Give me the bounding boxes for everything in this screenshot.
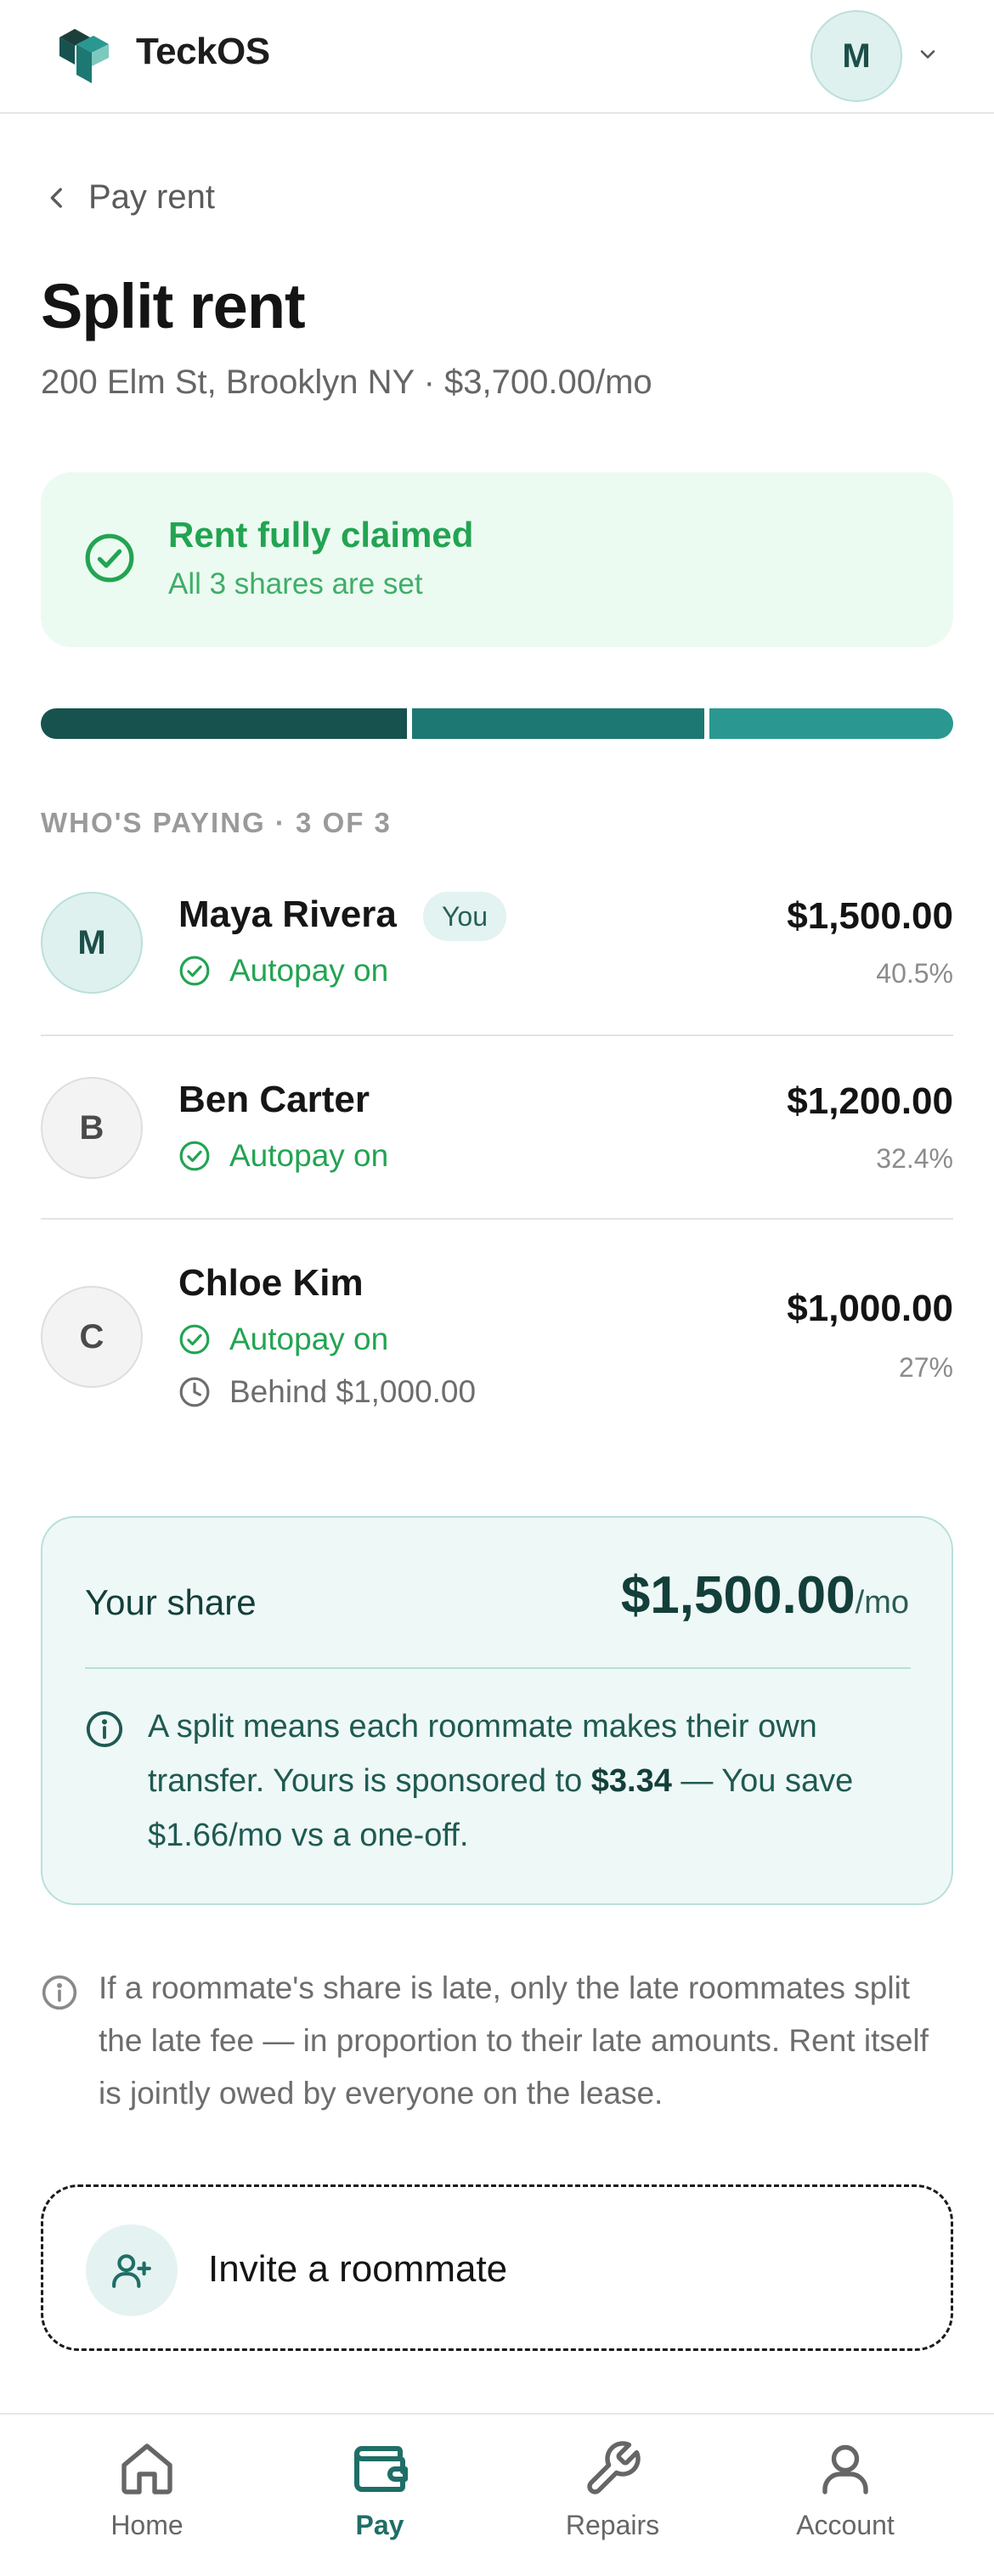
banner-subtitle: All 3 shares are set (168, 567, 423, 600)
banner-title: Rent fully claimed (168, 515, 474, 555)
invite-roommate-button[interactable]: Invite a roommate (41, 2184, 953, 2351)
nav-home[interactable]: Home (31, 2415, 263, 2576)
section-label: WHO'S PAYING · 3 OF 3 (41, 807, 392, 838)
claimed-banner: Rent fully claimed All 3 shares are set (41, 472, 953, 647)
your-share-amount: $1,500.00 /mo (621, 1565, 909, 1626)
top-bar: TeckOS M (0, 0, 994, 114)
back-label: Pay rent (88, 178, 215, 216)
nav-pay-label: Pay (355, 2510, 404, 2540)
payer-percent: 27% (898, 1352, 953, 1383)
user-icon (822, 2444, 868, 2494)
invite-label: Invite a roommate (208, 2248, 508, 2290)
payer-percent: 40.5% (876, 958, 953, 989)
payer-name: Maya Rivera (178, 893, 397, 935)
payer-row[interactable]: C Chloe Kim Autopay on Behind $1,000.00 … (41, 1260, 953, 1430)
payer-row[interactable]: B Ben Carter Autopay on $1,200.00 32.4% (41, 1075, 953, 1215)
nav-repairs[interactable]: Repairs (496, 2415, 729, 2576)
check-circle-icon (85, 533, 134, 583)
clock-icon (179, 1377, 210, 1407)
behind-status: Behind $1,000.00 (178, 1374, 476, 1410)
nav-home-label: Home (110, 2510, 184, 2540)
progress-segment-ben (411, 708, 704, 739)
divider (85, 1667, 911, 1669)
payer-amount: $1,200.00 (787, 1080, 953, 1122)
user-avatar-button[interactable]: M (810, 10, 902, 102)
payer-name: Chloe Kim (178, 1262, 364, 1304)
autopay-status: Autopay on (178, 953, 388, 989)
add-user-icon (112, 2254, 151, 2288)
autopay-status: Autopay on (178, 1322, 388, 1357)
chevron-down-icon[interactable] (916, 42, 940, 66)
your-share-label: Your share (85, 1582, 257, 1622)
page-title: Split rent (41, 271, 306, 341)
chevron-left-icon (50, 187, 62, 208)
payer-percent: 32.4% (876, 1143, 953, 1174)
payer-amount: $1,500.00 (787, 895, 953, 937)
progress-segment-maya (41, 708, 407, 739)
progress-segment-chloe (709, 708, 953, 739)
nav-account-label: Account (796, 2510, 895, 2540)
autopay-status: Autopay on (178, 1138, 388, 1174)
payer-amount: $1,000.00 (787, 1288, 953, 1329)
late-fee-note: If a roommate's share is late, only the … (99, 1970, 929, 2111)
brand-name: TeckOS (136, 31, 270, 72)
check-circle-icon (179, 955, 210, 986)
info-icon (86, 1711, 123, 1748)
divider (41, 1034, 953, 1036)
wrench-icon (587, 2441, 641, 2494)
back-link[interactable]: Pay rent (42, 178, 215, 217)
wallet-icon (354, 2446, 408, 2492)
check-circle-icon (179, 1141, 210, 1171)
share-period: /mo (855, 1585, 909, 1621)
bottom-nav: Home Pay Repairs Account (0, 2413, 994, 2576)
payer-name: Ben Carter (178, 1079, 370, 1120)
avatar: C (41, 1286, 143, 1388)
page-subtitle: 200 Elm St, Brooklyn NY · $3,700.00/mo (41, 364, 652, 401)
share-info-text: A split means each roommate makes their … (148, 1709, 854, 1853)
share-amount-value: $1,500.00 (620, 1566, 856, 1625)
nav-repairs-label: Repairs (565, 2510, 660, 2540)
share-progress-bar (41, 708, 953, 739)
teckos-logo-icon (59, 29, 109, 83)
avatar: M (41, 892, 143, 994)
nav-account[interactable]: Account (729, 2415, 962, 2576)
your-share-card: Your share $1,500.00 /mo A split means e… (41, 1516, 953, 1905)
payer-row[interactable]: M Maya Rivera You Autopay on $1,500.00 4… (41, 890, 953, 1029)
avatar: B (41, 1077, 143, 1179)
home-icon (121, 2444, 172, 2494)
nav-pay[interactable]: Pay (263, 2415, 496, 2576)
info-icon (42, 1975, 77, 2010)
add-user-icon-wrap (86, 2224, 178, 2316)
you-badge: You (423, 892, 506, 941)
avatar-initial: M (842, 37, 871, 75)
check-circle-icon (179, 1324, 210, 1355)
divider (41, 1218, 953, 1220)
